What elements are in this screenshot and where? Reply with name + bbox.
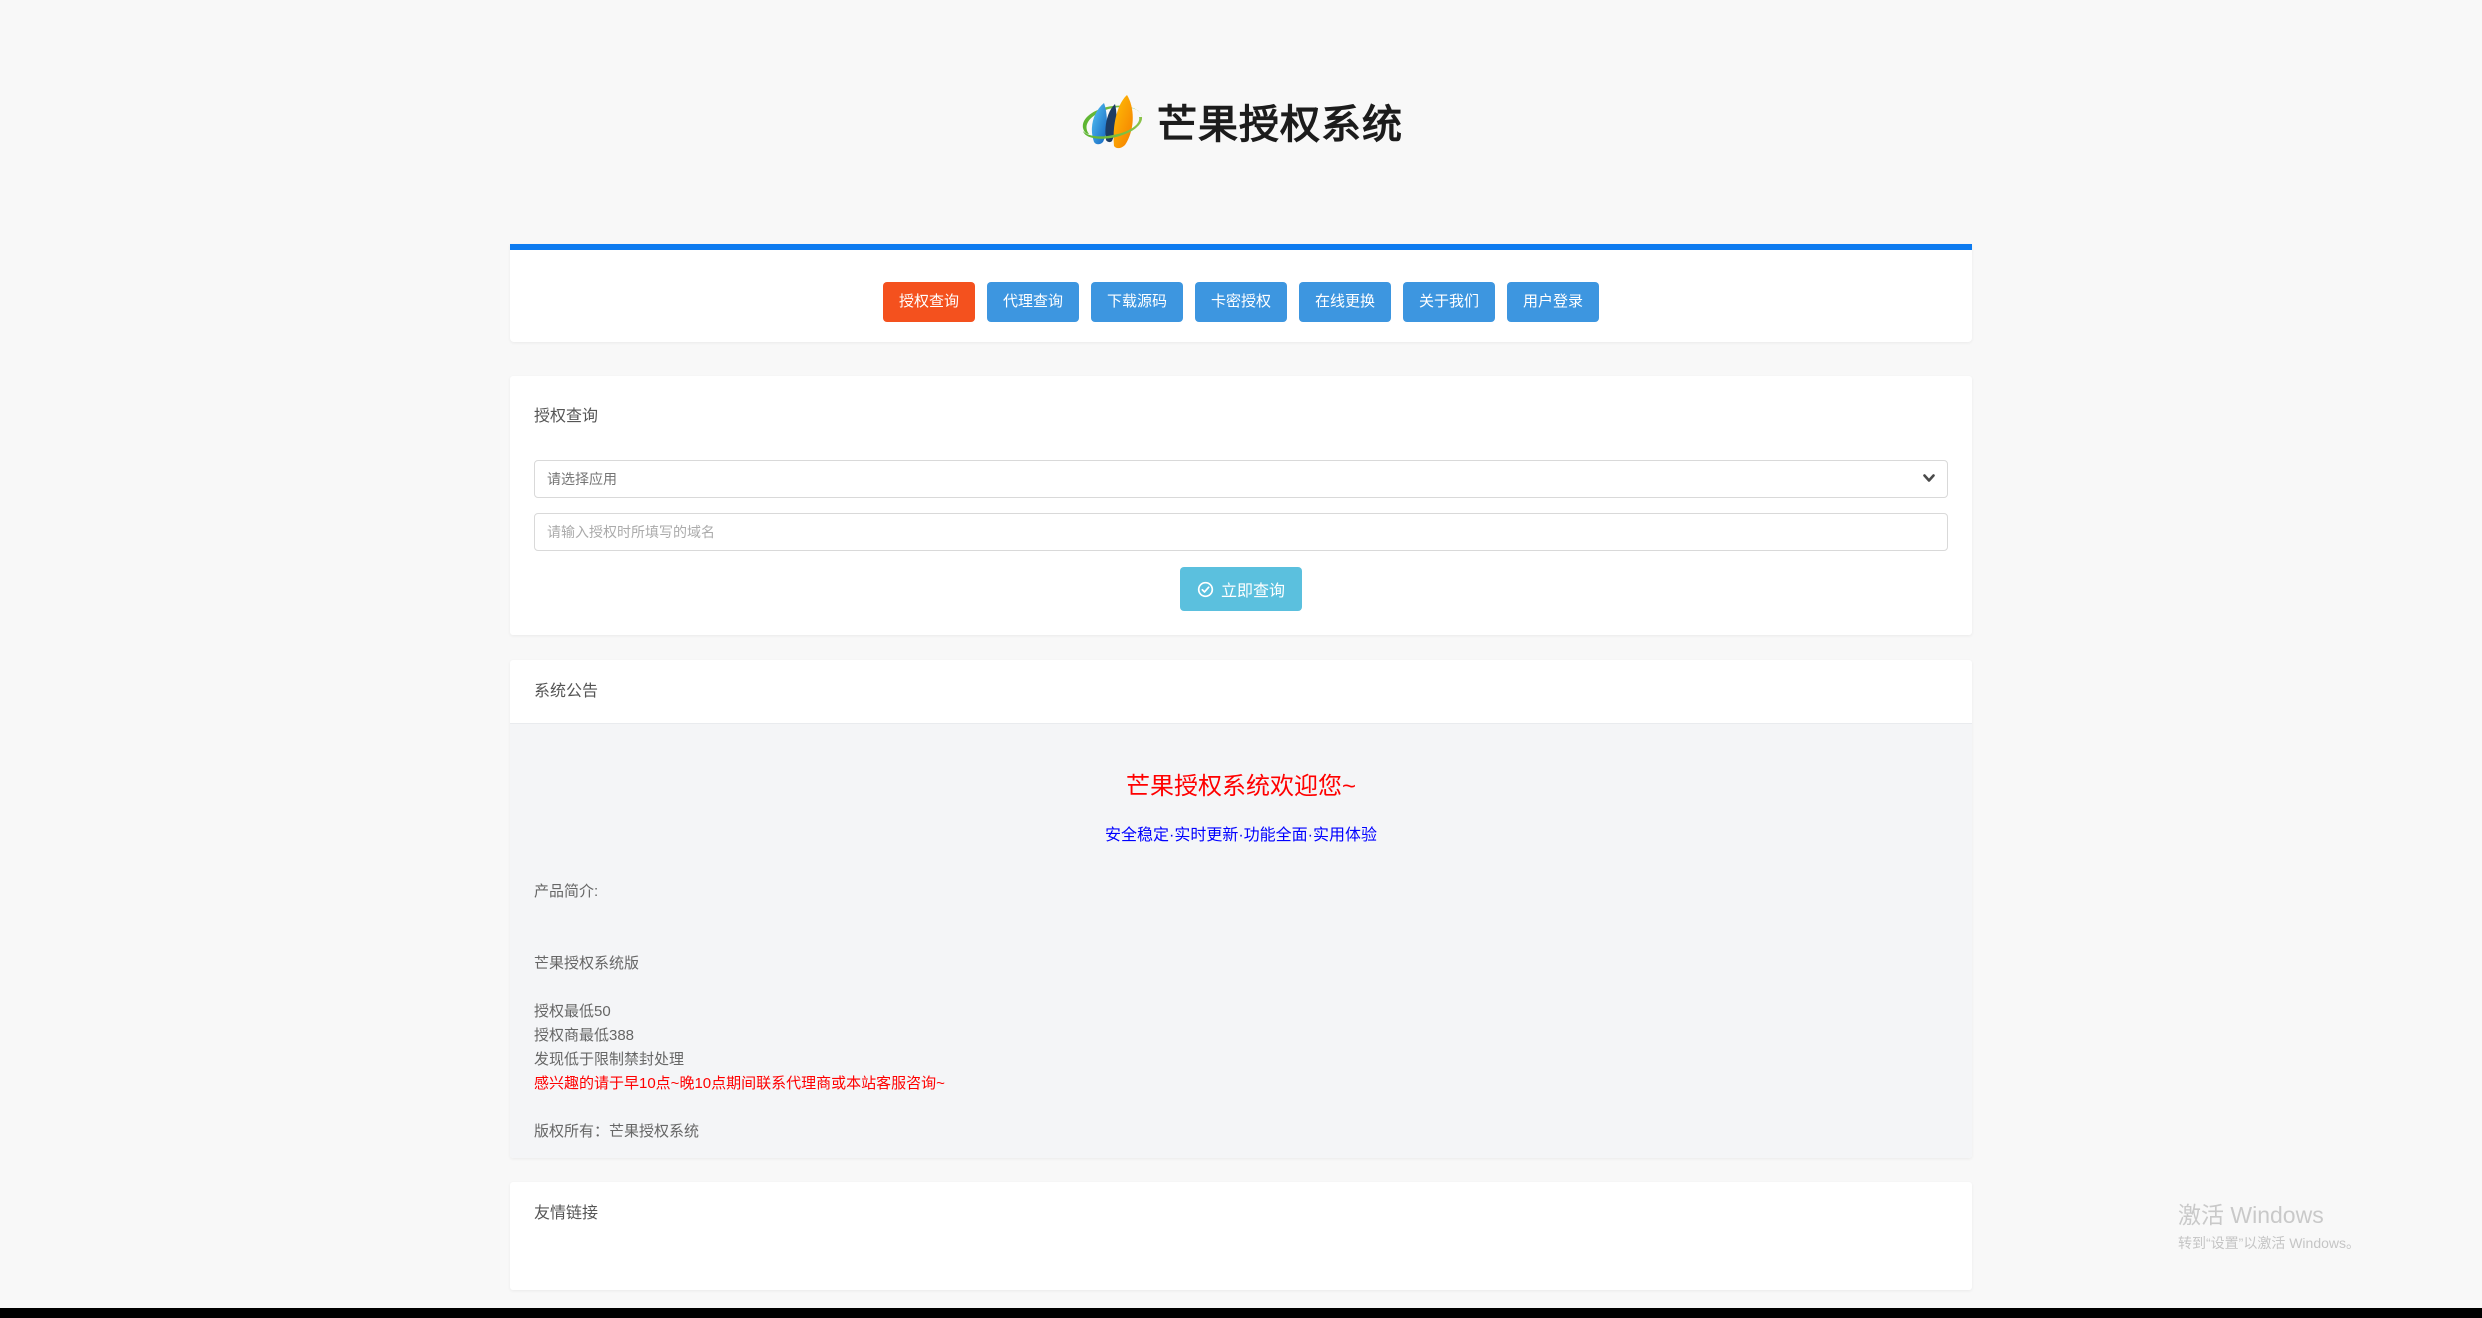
watermark-title: 激活 Windows — [2178, 1202, 2324, 1228]
nav-button-auth-query[interactable]: 授权查询 — [882, 282, 975, 322]
nav-button-about-us[interactable]: 关于我们 — [1403, 282, 1496, 322]
friendly-links-title: 友情链接 — [534, 1205, 599, 1222]
friendly-links-card: 友情链接 — [510, 1182, 1972, 1290]
nav-buttons: 授权查询 代理查询 下载源码 卡密授权 在线更换 关于我们 用户登录 — [882, 282, 1600, 322]
auth-query-card-title: 授权查询 — [534, 408, 599, 425]
system-announcement-card: 系统公告 芒果授权系统欢迎您~ 安全稳定·实时更新·功能全面·实用体验 产品简介… — [510, 660, 1972, 1158]
announcement-line: 芒果授权系统版 — [534, 955, 640, 972]
site-title: 芒果授权系统 — [1157, 101, 1403, 148]
auth-query-form: 请选择应用 立即查询 — [534, 460, 1948, 611]
watermark-subtitle: 转到“设置”以激活 Windows。 — [2178, 1235, 2361, 1251]
announcement-line: 发现低于限制禁封处理 — [534, 1051, 685, 1068]
announcement-card-title: 系统公告 — [510, 660, 1972, 724]
announcement-line — [534, 1096, 1948, 1120]
domain-input[interactable] — [534, 513, 1948, 551]
site-header: 芒果授权系统 — [0, 0, 2482, 152]
nav-button-user-login[interactable]: 用户登录 — [1507, 282, 1600, 322]
nav-button-agent-query[interactable]: 代理查询 — [986, 282, 1079, 322]
windows-activation-watermark: 激活 Windows 转到“设置”以激活 Windows。 — [2178, 1200, 2360, 1253]
query-now-button[interactable]: 立即查询 — [1179, 567, 1302, 611]
announcement-copyright: 版权所有：芒果授权系统 — [534, 1123, 700, 1140]
auth-query-card: 授权查询 请选择应用 立即查询 — [510, 376, 1972, 635]
nav-button-cardkey-auth[interactable]: 卡密授权 — [1194, 282, 1287, 322]
friendly-links-body — [510, 1246, 1972, 1290]
announcement-line: 授权商最低388 — [534, 1027, 635, 1044]
announcement-welcome-text: 芒果授权系统欢迎您~ — [1125, 773, 1356, 800]
announcement-contact-notice: 感兴趣的请于早10点~晚10点期间联系代理商或本站客服咨询~ — [534, 1075, 945, 1092]
query-now-label: 立即查询 — [1220, 583, 1285, 600]
mango-logo-icon — [1079, 90, 1143, 152]
nav-button-online-change[interactable]: 在线更换 — [1299, 282, 1392, 322]
announcement-tagline-text: 安全稳定·实时更新·功能全面·实用体验 — [1105, 827, 1377, 844]
announcement-line: 产品简介: — [534, 883, 599, 900]
announcement-line — [534, 928, 1948, 952]
announcement-body: 芒果授权系统欢迎您~ 安全稳定·实时更新·功能全面·实用体验 产品简介: 芒果授… — [510, 724, 1972, 1158]
announcement-line: 授权最低50 — [534, 1003, 611, 1020]
app-select[interactable]: 请选择应用 — [534, 460, 1948, 498]
check-circle-icon — [1197, 581, 1214, 598]
screen-edge-bar — [0, 1308, 2482, 1318]
nav-bar-card: 授权查询 代理查询 下载源码 卡密授权 在线更换 关于我们 用户登录 — [510, 244, 1972, 342]
nav-button-download-source[interactable]: 下载源码 — [1090, 282, 1183, 322]
announcement-description: 产品简介: 芒果授权系统版 授权最低50 授权商最低388 发现低于限制禁封处理… — [534, 880, 1948, 1144]
announcement-line — [534, 976, 1948, 1000]
announcement-line — [534, 904, 1948, 928]
